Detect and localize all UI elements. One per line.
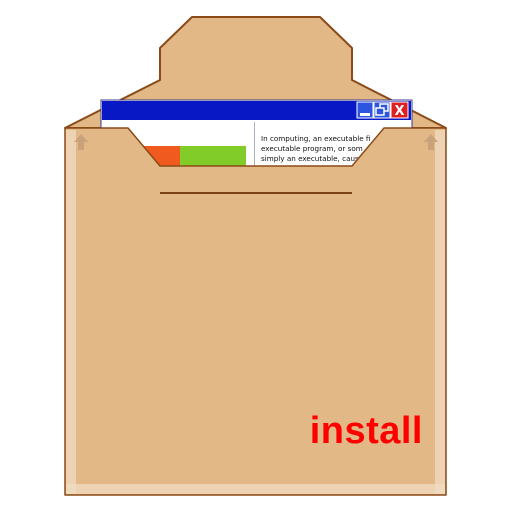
minimize-button[interactable]	[356, 101, 374, 119]
window-body-divider	[254, 122, 255, 170]
install-label: install	[309, 410, 423, 452]
install-box-icon: X In computing, an executable fi executa…	[64, 16, 447, 496]
window-text-line-1: In computing, an executable fi	[261, 134, 370, 143]
window-text-line-3: simply an executable, caus	[261, 154, 359, 163]
close-icon: X	[394, 104, 404, 119]
maximize-button[interactable]	[373, 101, 391, 119]
close-button[interactable]: X	[390, 101, 409, 119]
minimize-icon	[360, 113, 370, 116]
box-bottom-edge	[66, 484, 445, 494]
box-left-edge	[66, 130, 76, 494]
window-text-line-2: executable program, or som	[261, 144, 363, 153]
box-right-edge	[435, 130, 445, 494]
